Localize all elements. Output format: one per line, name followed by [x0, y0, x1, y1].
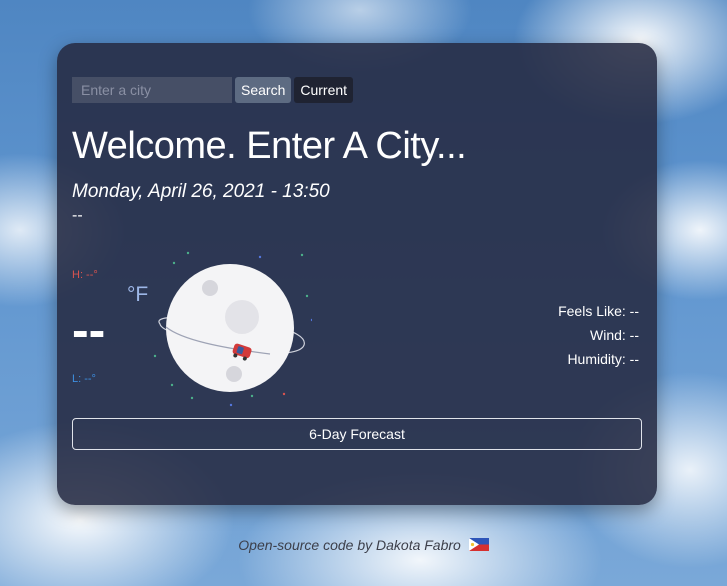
page-title: Welcome. Enter A City... — [72, 125, 467, 167]
temperature-unit: °F — [127, 283, 149, 306]
search-button[interactable]: Search — [235, 77, 292, 103]
feels-like-value: Feels Like: -- — [558, 303, 639, 319]
low-temperature: L: --° — [72, 373, 96, 385]
city-search-input[interactable] — [72, 77, 232, 103]
high-temperature: H: --° — [72, 269, 98, 281]
date-time: Monday, April 26, 2021 - 13:50 — [72, 181, 330, 202]
footer-credit: Open-source code by Dakota Fabro — [0, 537, 727, 553]
weather-stats: Feels Like: -- Wind: -- Humidity: -- — [558, 299, 639, 371]
footer-text: Open-source code by Dakota Fabro — [238, 537, 461, 553]
philippines-flag-icon — [468, 538, 489, 551]
current-location-button[interactable]: Current — [294, 77, 354, 103]
six-day-forecast-button[interactable]: 6-Day Forecast — [72, 418, 642, 450]
humidity-value: Humidity: -- — [567, 351, 639, 367]
weather-card: Search Current Welcome. Enter A City... … — [57, 43, 657, 505]
search-bar: Search Current — [72, 77, 354, 103]
current-temperature: -- — [72, 302, 106, 358]
wind-value: Wind: -- — [590, 327, 639, 343]
weather-description: -- — [72, 207, 83, 224]
moon-car-illustration-icon — [153, 251, 312, 407]
